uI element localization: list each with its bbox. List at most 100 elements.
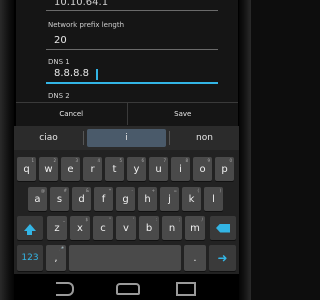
key-alt-label: & <box>85 188 89 193</box>
shift-key[interactable] <box>17 216 43 240</box>
space-bar[interactable] <box>69 245 181 271</box>
key-w[interactable]: w2 <box>39 157 58 181</box>
suggestion-strip: ciao i non <box>14 126 239 150</box>
phone-bezel-right <box>239 0 251 300</box>
key-label: w <box>44 163 53 175</box>
key-alt-label: ' <box>132 217 134 222</box>
key-d[interactable]: d & <box>72 187 91 211</box>
numbers-key-label: 123 <box>21 253 39 263</box>
dns1-field[interactable]: 8.8.8.8 <box>54 68 89 79</box>
suggestion-item[interactable]: ciao <box>14 133 83 143</box>
key-alt-label: ( <box>197 188 199 193</box>
numbers-key[interactable]: 123 <box>17 245 43 271</box>
key-label: f <box>101 193 106 205</box>
soft-keyboard: ciao i non 123 , 🎤 . ➜ q 1 w 2 e 3 r 4 t… <box>14 126 239 274</box>
key-v[interactable]: v ' <box>116 216 136 240</box>
key-label: k <box>188 193 195 205</box>
key-k[interactable]: k( <box>182 187 201 211</box>
key-alt-label: = <box>173 188 177 193</box>
key-m[interactable]: m / <box>185 216 205 240</box>
key-q[interactable]: q1 <box>17 157 36 181</box>
key-alt-label: 0 <box>229 158 232 163</box>
dns1-label: DNS 1 <box>48 58 70 66</box>
key-i[interactable]: i8 <box>171 157 190 181</box>
key-alt-label: 3 <box>75 158 78 163</box>
key-u[interactable]: u7 <box>149 157 168 181</box>
key-label: p <box>221 163 228 175</box>
prefix-underline <box>46 49 218 50</box>
key-h[interactable]: h + <box>138 187 157 211</box>
comma-key[interactable]: , 🎤 <box>46 245 66 271</box>
key-alt-label: 7 <box>163 158 166 163</box>
key-e[interactable]: e3 <box>61 157 80 181</box>
key-c[interactable]: c " <box>93 216 113 240</box>
prefix-field[interactable]: 20 <box>54 35 67 46</box>
suggestion-item[interactable]: i <box>87 129 166 147</box>
dialog-button-bar: Cancel Save <box>16 102 238 125</box>
key-alt-label: / <box>201 217 203 222</box>
key-n[interactable]: n; <box>162 216 182 240</box>
key-label: y <box>133 163 140 175</box>
key-alt-label: * <box>109 188 111 193</box>
key-alt-label: 5 <box>119 158 122 163</box>
key-alt-label: _ <box>63 217 65 222</box>
key-alt-label: + <box>151 188 155 193</box>
key-alt-label: 6 <box>141 158 144 163</box>
key-alt-label: 9 <box>207 158 210 163</box>
key-y[interactable]: y6 <box>127 157 146 181</box>
key-r[interactable]: r4 <box>83 157 102 181</box>
backspace-icon <box>216 223 230 233</box>
back-icon[interactable] <box>56 282 74 296</box>
key-z[interactable]: z _ <box>47 216 67 240</box>
key-label: r <box>90 163 95 175</box>
suggestion-item[interactable]: non <box>170 133 239 143</box>
key-f[interactable]: f * <box>94 187 113 211</box>
prefix-label: Network prefix length <box>48 21 125 29</box>
key-t[interactable]: t5 <box>105 157 124 181</box>
key-alt-label: : <box>155 217 157 222</box>
shift-icon <box>24 223 36 231</box>
key-s[interactable]: s # <box>50 187 69 211</box>
key-label: i <box>179 163 182 175</box>
home-icon[interactable] <box>116 283 140 295</box>
key-b[interactable]: b: <box>139 216 159 240</box>
key-label: c <box>100 222 106 234</box>
recent-apps-icon[interactable] <box>176 282 196 296</box>
key-p[interactable]: p0 <box>215 157 234 181</box>
dns2-label: DNS 2 <box>48 92 70 100</box>
gateway-field[interactable]: 10.10.64.1 <box>54 0 108 8</box>
shift-icon-stem <box>27 231 32 235</box>
key-label: q <box>23 163 30 175</box>
suggestion-divider <box>83 131 85 145</box>
save-button[interactable]: Save <box>128 103 239 125</box>
key-label: x <box>77 222 83 234</box>
key-label: a <box>34 193 41 205</box>
key-alt-label: ) <box>219 188 221 193</box>
key-x[interactable]: x $ <box>70 216 90 240</box>
key-alt-label: 8 <box>185 158 188 163</box>
key-l[interactable]: l) <box>204 187 223 211</box>
dns1-underline <box>46 82 218 84</box>
key-label: o <box>199 163 206 175</box>
cancel-button[interactable]: Cancel <box>16 103 127 125</box>
key-alt-label: $ <box>85 217 88 222</box>
mic-icon: 🎤 <box>59 246 64 251</box>
gateway-underline <box>46 10 218 11</box>
key-alt-label: 2 <box>53 158 56 163</box>
key-g[interactable]: g- <box>116 187 135 211</box>
enter-key[interactable]: ➜ <box>209 245 236 271</box>
period-key[interactable]: . <box>184 245 206 271</box>
key-a[interactable]: a @ <box>28 187 47 211</box>
key-label: t <box>112 163 117 175</box>
key-label: n <box>168 222 176 234</box>
key-alt-label: 4 <box>97 158 100 163</box>
navigation-bar <box>14 274 239 300</box>
key-label: j <box>168 193 171 205</box>
key-alt-label: ; <box>178 217 180 222</box>
key-label: b <box>145 222 153 234</box>
key-alt-label: " <box>109 217 111 222</box>
text-cursor <box>96 69 98 80</box>
key-j[interactable]: j = <box>160 187 179 211</box>
key-o[interactable]: o9 <box>193 157 212 181</box>
delete-key[interactable] <box>210 216 236 240</box>
